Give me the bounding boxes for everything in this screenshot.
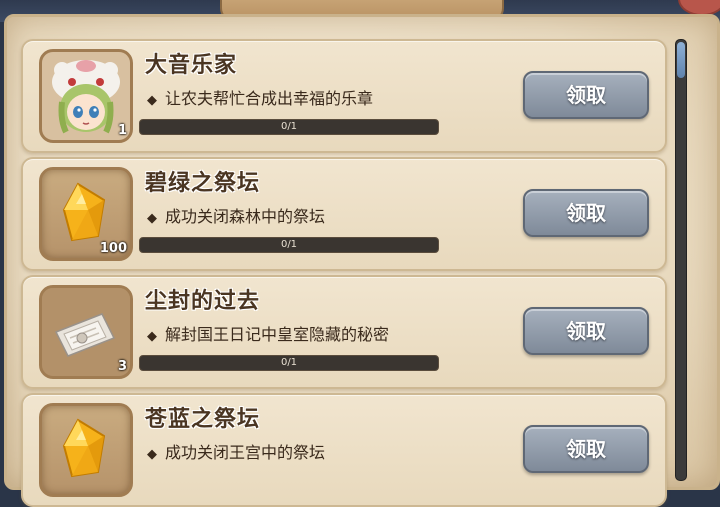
reward-count: 1 (117, 123, 127, 138)
quest-row: 3 尘封的过去 ◆ 解封国王日记中皇室隐藏的秘密 0/1 领取 (21, 275, 667, 389)
quest-row: 100 碧绿之祭坛 ◆ 成功关闭森林中的祭坛 0/1 领取 (21, 157, 667, 271)
quest-description: ◆ 成功关闭王宫中的祭坛 (147, 439, 325, 463)
letter-scroll-icon (42, 288, 130, 376)
quest-description-text: 解封国王日记中皇室隐藏的秘密 (165, 325, 390, 344)
claim-button[interactable]: 领取 (523, 307, 649, 355)
progress-bar: 0/1 (139, 237, 439, 253)
bullet-icon: ◆ (147, 211, 157, 226)
reward-count: 100 (99, 241, 127, 256)
progress-text: 0/1 (280, 357, 298, 368)
claim-button[interactable]: 领取 (523, 425, 649, 473)
quest-row: 苍蓝之祭坛 ◆ 成功关闭王宫中的祭坛 领取 (21, 393, 667, 507)
quest-description-text: 成功关闭王宫中的祭坛 (165, 443, 326, 462)
quest-row: 1 大音乐家 ◆ 让农夫帮忙合成出幸福的乐章 0/1 领取 (21, 39, 667, 153)
reward-slot[interactable]: 1 (39, 49, 133, 143)
reward-slot[interactable] (39, 403, 133, 497)
chibi-character-icon (42, 52, 130, 140)
bullet-icon: ◆ (147, 93, 157, 108)
progress-bar: 0/1 (139, 119, 439, 135)
quest-title: 苍蓝之祭坛 (145, 407, 261, 432)
quest-title: 碧绿之祭坛 (145, 171, 261, 196)
quest-title: 尘封的过去 (145, 289, 261, 314)
quest-description-text: 成功关闭森林中的祭坛 (165, 207, 326, 226)
scrollbar-thumb[interactable] (677, 42, 685, 78)
quest-panel: 1 大音乐家 ◆ 让农夫帮忙合成出幸福的乐章 0/1 领取 100 碧绿之祭坛 ◆… (4, 14, 720, 507)
bullet-icon: ◆ (147, 447, 157, 462)
progress-bar: 0/1 (139, 355, 439, 371)
yellow-gem-icon (62, 418, 106, 478)
quest-description-text: 让农夫帮忙合成出幸福的乐章 (165, 89, 374, 108)
quest-title: 大音乐家 (145, 53, 238, 78)
bullet-icon: ◆ (147, 329, 157, 344)
progress-text: 0/1 (280, 121, 298, 132)
reward-count: 3 (117, 359, 127, 374)
progress-text: 0/1 (280, 239, 298, 250)
quest-description: ◆ 解封国王日记中皇室隐藏的秘密 (147, 321, 389, 345)
reward-slot[interactable]: 3 (39, 285, 133, 379)
reward-slot[interactable]: 100 (39, 167, 133, 261)
quest-description: ◆ 让农夫帮忙合成出幸福的乐章 (147, 85, 373, 109)
quest-description: ◆ 成功关闭森林中的祭坛 (147, 203, 325, 227)
scrollbar[interactable] (675, 39, 687, 481)
claim-button[interactable]: 领取 (523, 189, 649, 237)
claim-button[interactable]: 领取 (523, 71, 649, 119)
